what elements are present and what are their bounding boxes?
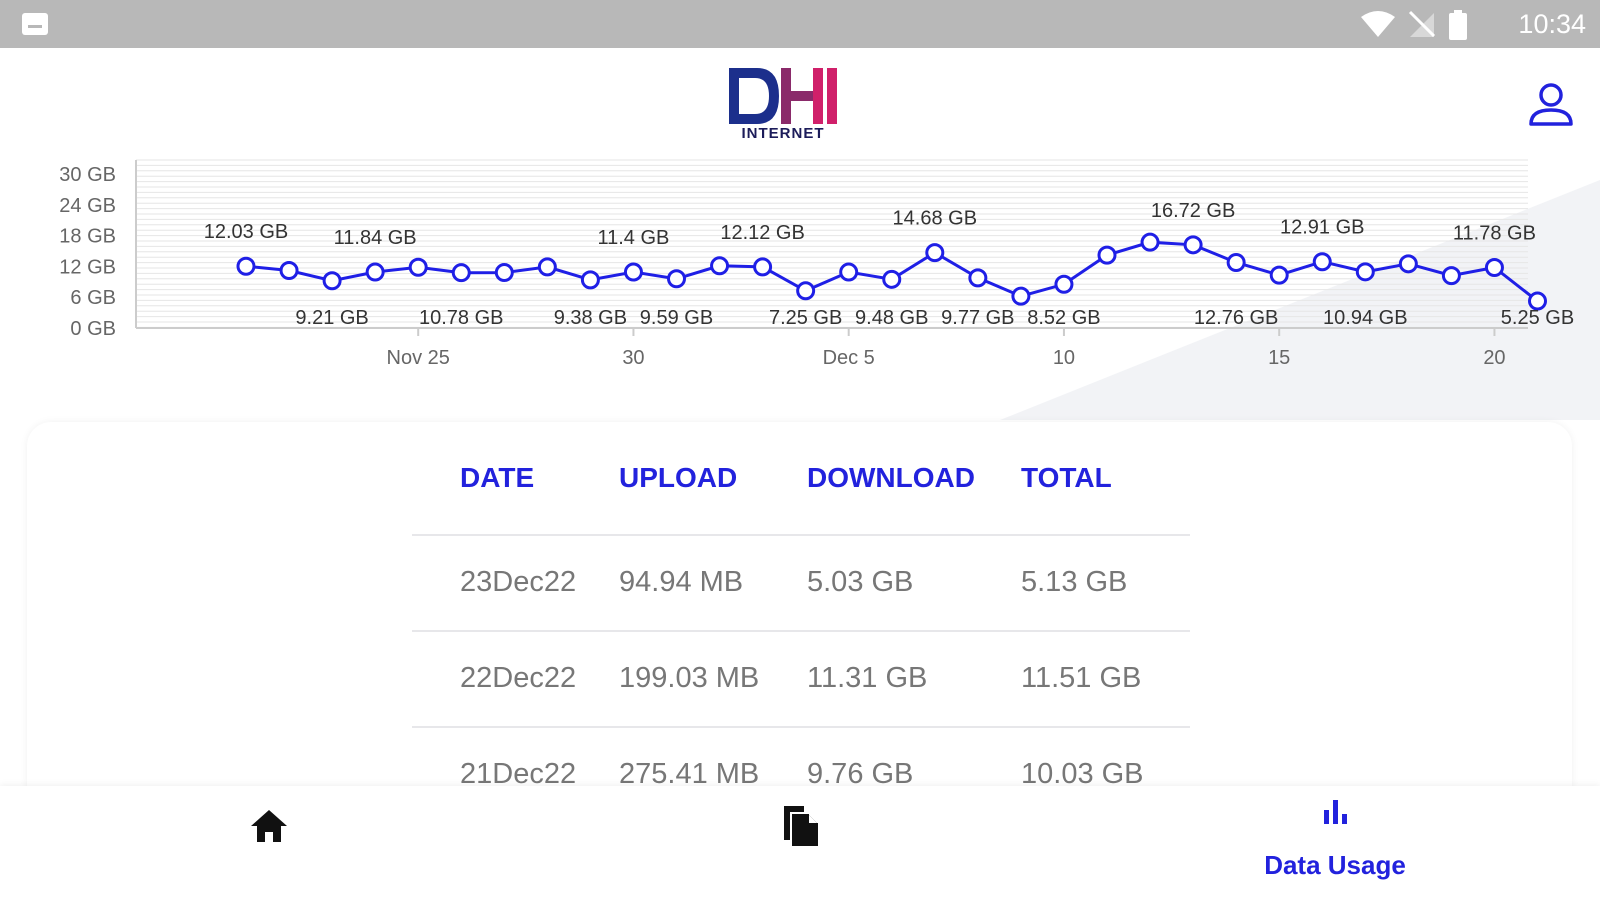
x-tick-label: 30 bbox=[622, 347, 644, 369]
data-point bbox=[1183, 235, 1203, 255]
data-point bbox=[451, 263, 471, 283]
data-point bbox=[580, 270, 600, 290]
data-point bbox=[710, 256, 730, 276]
data-label: 10.78 GB bbox=[419, 307, 504, 329]
data-point bbox=[1011, 286, 1031, 306]
data-point bbox=[753, 257, 773, 277]
cell-total: 11.51 GB bbox=[1021, 662, 1142, 694]
data-label: 11.84 GB bbox=[334, 227, 417, 249]
cell-date: 22Dec22 bbox=[460, 662, 577, 694]
table-row[interactable]: 22Dec22 199.03 MB 11.31 GB 11.51 GB bbox=[412, 632, 1190, 728]
x-tick-label: 10 bbox=[1053, 347, 1075, 369]
data-label: 8.52 GB bbox=[1027, 307, 1100, 329]
data-label: 9.77 GB bbox=[941, 307, 1014, 329]
no-signal-icon bbox=[1408, 10, 1436, 38]
data-point bbox=[1140, 232, 1160, 252]
header-total[interactable]: TOTAL bbox=[1021, 462, 1112, 494]
wifi-icon bbox=[1361, 11, 1395, 37]
data-point bbox=[882, 269, 902, 289]
data-point bbox=[1226, 252, 1246, 272]
data-label: 12.03 GB bbox=[204, 221, 289, 243]
data-point bbox=[236, 256, 256, 276]
data-label: 9.59 GB bbox=[640, 307, 713, 329]
logo-subtext: INTERNET bbox=[742, 125, 825, 142]
x-tick-label: Nov 25 bbox=[387, 347, 450, 369]
data-point bbox=[839, 262, 859, 282]
data-point bbox=[1269, 265, 1289, 285]
chart-x-ticks: Nov 25 30 Dec 5 10 15 20 bbox=[387, 328, 1506, 369]
status-time: 10:34 bbox=[1518, 9, 1586, 39]
battery-icon bbox=[1449, 10, 1467, 40]
y-tick-label: 24 GB bbox=[59, 195, 116, 217]
data-label: 10.94 GB bbox=[1323, 307, 1408, 329]
x-tick-label: 20 bbox=[1483, 347, 1505, 369]
home-icon bbox=[251, 810, 287, 842]
data-label: 14.68 GB bbox=[893, 208, 978, 230]
data-point bbox=[623, 262, 643, 282]
y-tick-label: 6 GB bbox=[70, 287, 116, 309]
header-upload[interactable]: UPLOAD bbox=[619, 462, 737, 494]
data-point bbox=[667, 269, 686, 289]
cell-download: 11.31 GB bbox=[807, 662, 928, 694]
cell-upload: 94.94 MB bbox=[619, 566, 744, 598]
data-label: 16.72 GB bbox=[1151, 200, 1236, 222]
data-point bbox=[1054, 274, 1074, 294]
data-label: 11.4 GB bbox=[597, 227, 669, 249]
table-header: DATE UPLOAD DOWNLOAD TOTAL bbox=[412, 440, 1190, 536]
data-point bbox=[796, 281, 816, 301]
y-tick-label: 18 GB bbox=[59, 226, 116, 248]
cell-date: 23Dec22 bbox=[460, 566, 577, 598]
data-point bbox=[1355, 262, 1375, 282]
y-tick-label: 30 GB bbox=[59, 164, 116, 186]
header-download[interactable]: DOWNLOAD bbox=[807, 462, 975, 494]
data-label: 5.25 GB bbox=[1501, 307, 1574, 329]
data-point bbox=[537, 257, 557, 277]
usage-table: DATE UPLOAD DOWNLOAD TOTAL 23Dec22 94.94… bbox=[412, 440, 1190, 822]
table-row[interactable]: 23Dec22 94.94 MB 5.03 GB 5.13 GB bbox=[412, 536, 1190, 632]
data-label: 12.76 GB bbox=[1194, 307, 1279, 329]
data-label: 12.91 GB bbox=[1280, 217, 1365, 239]
data-point bbox=[322, 271, 342, 291]
data-label: 7.25 GB bbox=[769, 307, 842, 329]
data-label: 9.48 GB bbox=[855, 307, 928, 329]
data-label: 12.12 GB bbox=[720, 222, 805, 244]
bar-chart-icon bbox=[1324, 800, 1347, 824]
header-date[interactable]: DATE bbox=[460, 462, 534, 494]
bottom-navigation: Data Usage bbox=[0, 786, 1600, 900]
nav-data-usage-label: Data Usage bbox=[1264, 850, 1406, 880]
nav-documents[interactable] bbox=[745, 786, 855, 900]
image-icon bbox=[22, 13, 48, 35]
data-label: 9.21 GB bbox=[295, 307, 368, 329]
x-tick-label: 15 bbox=[1268, 347, 1290, 369]
documents-icon bbox=[784, 806, 818, 846]
data-point bbox=[494, 263, 514, 283]
data-point bbox=[408, 257, 428, 277]
data-point bbox=[365, 262, 385, 282]
data-point bbox=[1312, 252, 1332, 272]
usage-chart: 0 GB 6 GB 12 GB 18 GB 24 GB 30 GB Nov 25 30 Dec… bbox=[59, 159, 1574, 369]
cell-total: 5.13 GB bbox=[1021, 566, 1128, 598]
y-tick-label: 0 GB bbox=[70, 318, 116, 340]
x-tick-label: Dec 5 bbox=[823, 347, 875, 369]
data-point bbox=[1484, 258, 1504, 278]
nav-data-usage[interactable]: Data Usage bbox=[1235, 786, 1435, 900]
data-label: 9.38 GB bbox=[554, 307, 627, 329]
data-point bbox=[968, 268, 988, 288]
account-icon[interactable] bbox=[1528, 82, 1574, 128]
cell-download: 5.03 GB bbox=[807, 566, 914, 598]
data-point bbox=[1441, 266, 1461, 286]
chart-points bbox=[236, 232, 1547, 311]
nav-home[interactable] bbox=[214, 786, 324, 900]
dhi-logo: INTERNET bbox=[729, 68, 837, 142]
cell-upload: 199.03 MB bbox=[619, 662, 760, 694]
data-point bbox=[279, 261, 299, 281]
y-tick-label: 12 GB bbox=[59, 256, 116, 278]
data-point bbox=[925, 243, 945, 263]
data-label: 11.78 GB bbox=[1453, 223, 1536, 245]
chart-y-ticks: 0 GB 6 GB 12 GB 18 GB 24 GB 30 GB bbox=[59, 164, 116, 340]
status-bar: 10:34 bbox=[0, 0, 1600, 48]
data-point bbox=[1097, 245, 1117, 265]
data-point bbox=[1398, 254, 1418, 274]
